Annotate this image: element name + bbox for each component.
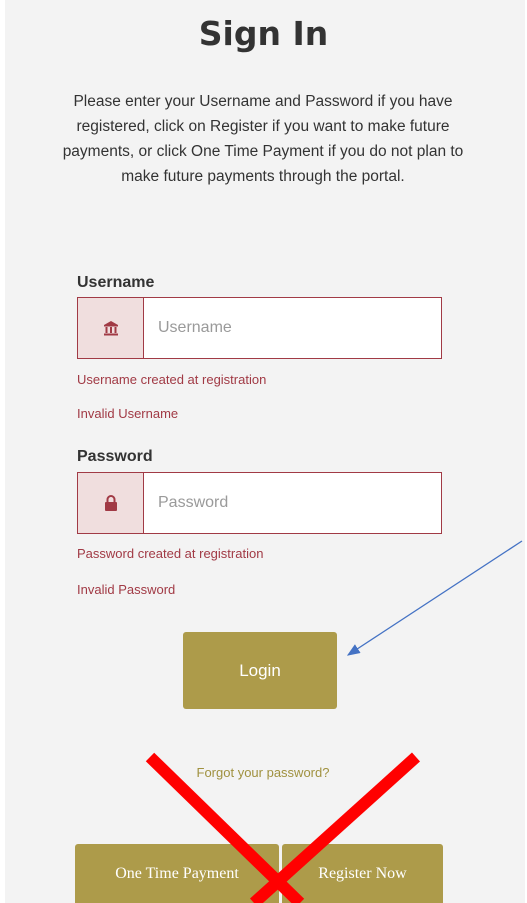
- password-label: Password: [77, 448, 153, 465]
- login-button[interactable]: Login: [183, 632, 337, 709]
- username-help-text: Username created at registration: [77, 372, 267, 387]
- lock-icon: [78, 473, 144, 533]
- username-label: Username: [77, 274, 155, 291]
- forgot-password-link[interactable]: Forgot your password?: [178, 765, 348, 780]
- username-error-text: Invalid Username: [77, 406, 179, 421]
- password-input-group: [77, 472, 442, 534]
- register-now-button[interactable]: Register Now: [282, 844, 443, 903]
- intro-text: Please enter your Username and Password …: [62, 93, 464, 185]
- page-title: Sign In: [198, 14, 329, 53]
- password-input[interactable]: [144, 473, 441, 533]
- one-time-payment-button[interactable]: One Time Payment: [75, 844, 279, 903]
- password-help-text: Password created at registration: [77, 546, 264, 561]
- bank-icon: [78, 298, 144, 358]
- password-error-text: Invalid Password: [77, 582, 176, 597]
- username-input-group: [77, 297, 442, 359]
- username-input[interactable]: [144, 298, 441, 358]
